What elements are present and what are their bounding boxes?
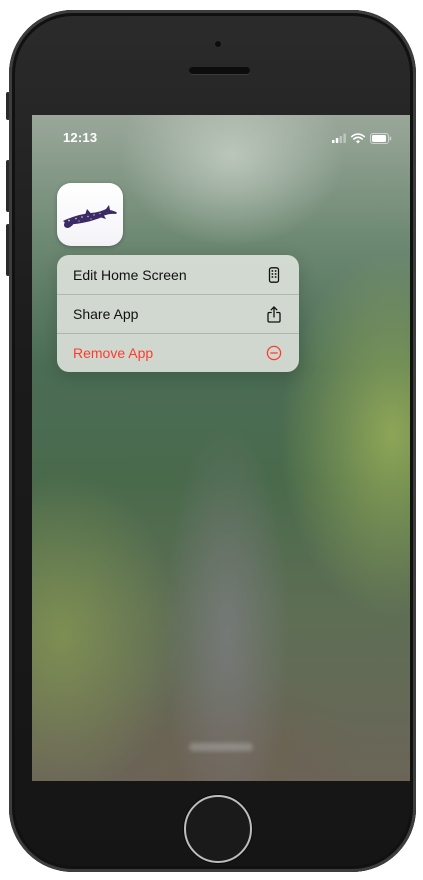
minus-circle-icon bbox=[265, 344, 283, 362]
home-button[interactable] bbox=[184, 795, 252, 863]
earpiece-speaker bbox=[189, 67, 250, 74]
status-time: 12:13 bbox=[63, 130, 98, 145]
status-bar: 12:13 bbox=[32, 115, 410, 159]
front-camera bbox=[215, 41, 221, 47]
whale-shark-app-icon[interactable] bbox=[57, 183, 123, 246]
cellular-signal-icon bbox=[332, 133, 346, 143]
menu-item-label: Edit Home Screen bbox=[73, 266, 187, 283]
menu-item-remove-app[interactable]: Remove App bbox=[57, 333, 299, 372]
menu-item-label: Remove App bbox=[73, 345, 154, 361]
menu-item-label: Share App bbox=[73, 306, 139, 322]
phone-apps-icon bbox=[265, 266, 283, 284]
menu-item-edit-home-screen[interactable]: Edit Home Screen bbox=[57, 255, 299, 294]
home-indicator bbox=[189, 743, 253, 751]
share-icon bbox=[265, 305, 283, 323]
battery-icon bbox=[370, 132, 392, 144]
device-frame-stage: 12:13 Edit Home Screen Share App Remove … bbox=[0, 0, 423, 880]
status-icons bbox=[332, 132, 392, 144]
wifi-icon bbox=[351, 132, 365, 143]
home-screen[interactable]: 12:13 Edit Home Screen Share App Remove … bbox=[32, 115, 410, 781]
app-context-menu: Edit Home Screen Share App Remove App bbox=[57, 255, 299, 372]
menu-item-share-app[interactable]: Share App bbox=[57, 294, 299, 333]
whale-shark-icon bbox=[63, 205, 117, 228]
